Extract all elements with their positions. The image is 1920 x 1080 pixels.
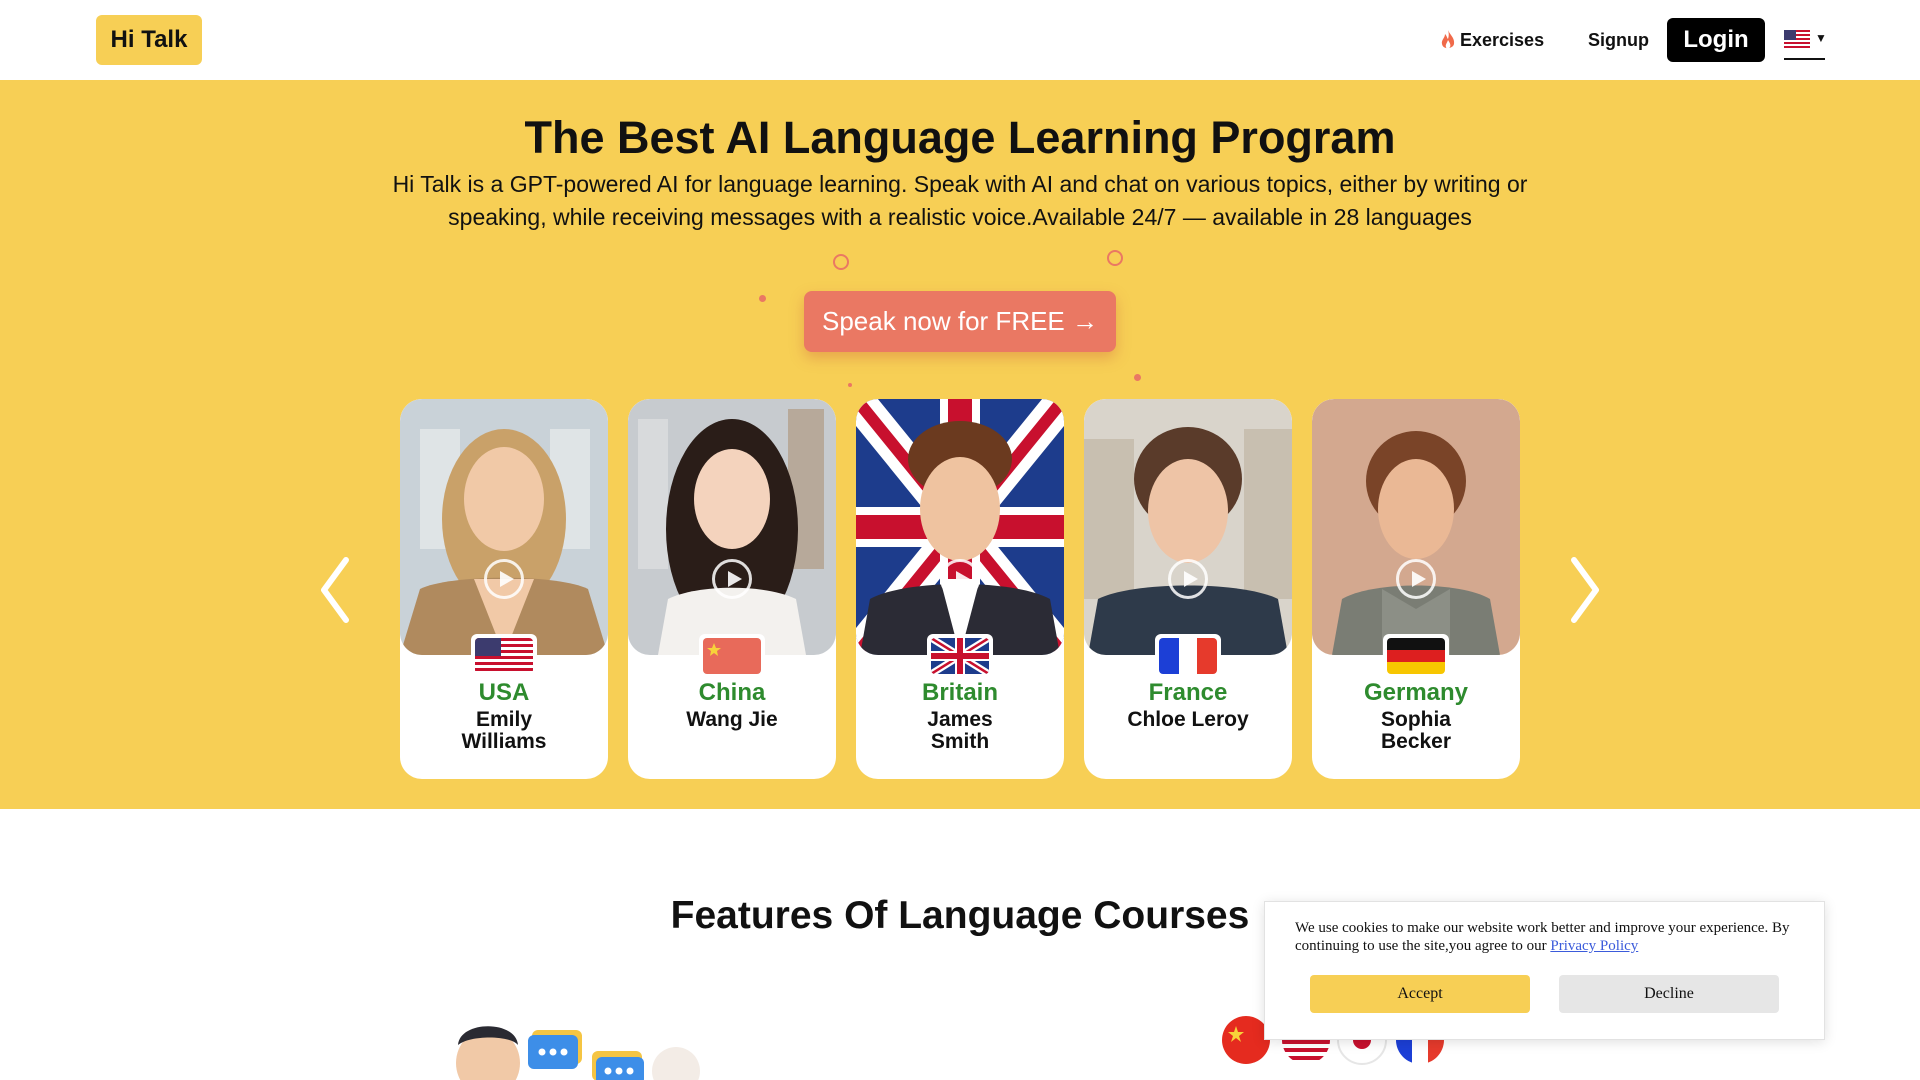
nav-exercises-label: Exercises bbox=[1460, 29, 1545, 50]
us-flag-icon bbox=[1784, 30, 1810, 48]
tutor-photo bbox=[1084, 399, 1292, 655]
tutor-card[interactable]: China Wang Jie bbox=[628, 399, 836, 779]
privacy-policy-link[interactable]: Privacy Policy bbox=[1550, 938, 1638, 954]
decor-dot bbox=[848, 383, 852, 387]
tutor-card[interactable]: France Chloe Leroy bbox=[1084, 399, 1292, 779]
tutor-name: Wang Jie bbox=[686, 708, 778, 731]
signup-link[interactable]: Signup bbox=[1588, 26, 1649, 54]
play-icon[interactable] bbox=[484, 559, 524, 599]
play-icon[interactable] bbox=[1396, 559, 1436, 599]
hero-subtitle: Hi Talk is a GPT-powered AI for language… bbox=[392, 171, 1528, 230]
tutor-photo bbox=[856, 399, 1064, 655]
hero-section: The Best AI Language Learning Program Hi… bbox=[0, 80, 1920, 809]
tutor-name: Emily Williams bbox=[461, 708, 547, 753]
decor-dot bbox=[1134, 374, 1141, 381]
tutor-country: Britain bbox=[921, 679, 998, 706]
cookie-text: We use cookies to make our website work … bbox=[1295, 920, 1790, 954]
tutor-country: Germany bbox=[1363, 679, 1469, 706]
cookie-accept-button[interactable]: Accept bbox=[1310, 975, 1530, 1013]
language-selector[interactable]: ▼ bbox=[1784, 27, 1827, 60]
chevron-down-icon: ▼ bbox=[1815, 31, 1827, 45]
decor-ring bbox=[1107, 250, 1123, 266]
tutor-photo bbox=[1312, 399, 1520, 655]
de-flag-icon bbox=[1383, 634, 1449, 678]
chevron-left-icon bbox=[321, 557, 349, 623]
tutor-name: James Smith bbox=[927, 708, 993, 753]
cookie-message: We use cookies to make our website work … bbox=[1295, 919, 1795, 955]
cookie-decline-button[interactable]: Decline bbox=[1559, 975, 1779, 1013]
tutor-name: Chloe Leroy bbox=[1127, 708, 1249, 731]
login-button[interactable]: Login bbox=[1667, 18, 1765, 62]
tutor-name: Sophia Becker bbox=[1380, 708, 1452, 753]
play-icon[interactable] bbox=[940, 559, 980, 599]
tutor-photo bbox=[400, 399, 608, 655]
logo[interactable]: Hi Talk bbox=[96, 15, 202, 65]
site-header: Hi Talk Exercises Signup Login ▼ bbox=[0, 0, 1920, 80]
carousel-next-button[interactable] bbox=[1562, 550, 1606, 630]
tutor-card[interactable]: Britain James Smith bbox=[856, 399, 1064, 779]
tutor-photo bbox=[628, 399, 836, 655]
chevron-right-icon bbox=[1571, 557, 1599, 623]
carousel-prev-button[interactable] bbox=[314, 550, 358, 630]
hero-title: The Best AI Language Learning Program bbox=[524, 112, 1396, 163]
tutor-country: China bbox=[698, 679, 766, 706]
gb-flag-icon bbox=[927, 634, 993, 678]
decor-ring bbox=[833, 254, 849, 270]
flame-icon bbox=[1441, 30, 1455, 49]
chat-avatars-illustration bbox=[456, 1026, 700, 1080]
tutor-country: France bbox=[1148, 679, 1228, 706]
tutor-card[interactable]: USA Emily Williams bbox=[400, 399, 608, 779]
decor-dot bbox=[759, 295, 766, 302]
speak-now-button[interactable]: Speak now for FREE → bbox=[804, 291, 1116, 352]
tutor-card[interactable]: Germany Sophia Becker bbox=[1312, 399, 1520, 779]
play-icon[interactable] bbox=[712, 559, 752, 599]
cn-flag-icon bbox=[699, 634, 765, 678]
fr-flag-icon bbox=[1155, 634, 1221, 678]
cookie-banner: We use cookies to make our website work … bbox=[1264, 901, 1825, 1040]
us-flag-icon bbox=[471, 634, 537, 678]
nav-exercises-link[interactable]: Exercises bbox=[1440, 26, 1544, 54]
play-icon[interactable] bbox=[1168, 559, 1208, 599]
tutor-country: USA bbox=[478, 679, 530, 706]
